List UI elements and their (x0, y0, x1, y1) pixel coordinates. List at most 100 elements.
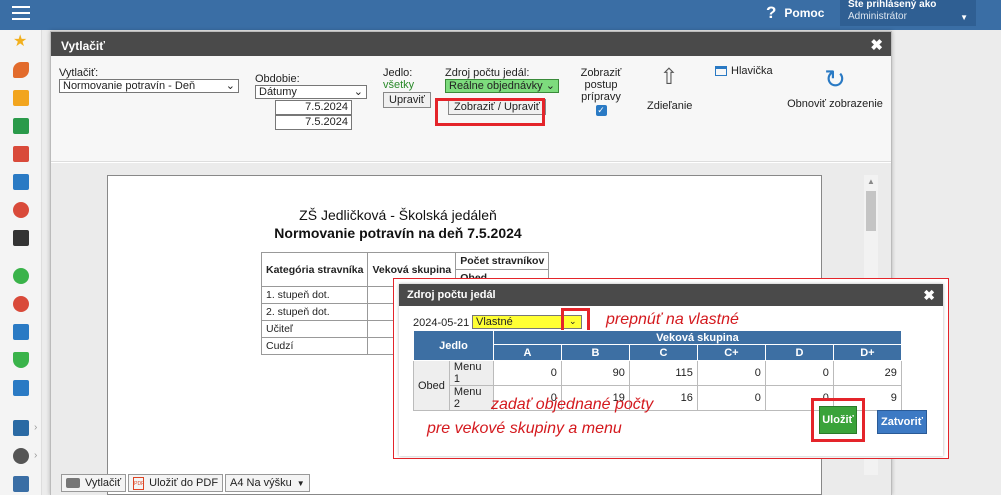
custom-source-value: Vlastné (476, 316, 513, 328)
source-value: Reálne objednávky (449, 80, 543, 92)
table-row: Obed Menu 1 0 90 115 0 0 29 (413, 360, 902, 411)
menu-icon[interactable] (12, 6, 30, 20)
count-input[interactable]: 0 (764, 360, 834, 386)
check-icon[interactable] (13, 268, 29, 284)
header-icon (715, 66, 727, 76)
count-input[interactable]: 0 (696, 385, 766, 411)
close-icon[interactable]: ✖ (923, 287, 935, 304)
magic-wand-icon[interactable] (13, 62, 29, 78)
col-category: Kategória stravníka (260, 252, 369, 287)
star-icon[interactable]: ★ (13, 34, 29, 50)
dialog-title: Vytlačiť (61, 39, 105, 53)
header-label: Hlavička (731, 65, 773, 77)
show-process-label-2: postup (584, 79, 618, 91)
page-format-label: A4 Na výšku (230, 477, 292, 489)
page-format-dropdown[interactable]: A4 Na výšku ▼ (225, 474, 310, 492)
scroll-up-icon[interactable]: ▲ (867, 177, 875, 186)
schedule-icon[interactable] (13, 230, 29, 246)
refresh-icon[interactable]: ↻ (787, 64, 883, 94)
count-input[interactable]: 29 (832, 360, 902, 386)
user-line1: Ste prihlásený ako (848, 0, 937, 10)
top-bar: ? Pomoc Ste prihlásený ako Administrátor… (0, 0, 1001, 30)
left-sidebar: ★ › › (0, 30, 42, 495)
count-input[interactable]: 0 (696, 360, 766, 386)
chevron-down-icon: ▼ (960, 13, 968, 22)
period-select[interactable]: Dátumy ⌄ (255, 85, 367, 99)
close-icon[interactable]: ✖ (870, 36, 883, 54)
date-to-input[interactable]: 7.5.2024 (275, 115, 352, 130)
library-icon[interactable] (13, 420, 29, 436)
count-input[interactable]: 0 (492, 360, 562, 386)
cell: 2. stupeň dot. (260, 303, 369, 321)
menu-name-cell: Menu 1 (448, 360, 494, 386)
user-menu[interactable]: Ste prihlásený ako Administrátor ▼ (840, 0, 976, 26)
col-group-b: B (560, 344, 630, 361)
scrollbar-thumb[interactable] (866, 191, 876, 231)
user-name: Administrátor (848, 11, 907, 22)
show-process-checkbox[interactable]: ✓ (595, 105, 607, 116)
chevron-right-icon: › (34, 422, 38, 433)
pencil-icon[interactable] (13, 476, 29, 492)
col-group-dplus: D+ (832, 344, 902, 361)
date-from-input[interactable]: 7.5.2024 (275, 100, 352, 115)
shield-icon[interactable] (13, 352, 29, 368)
report-subtitle: Normovanie potravín na deň 7.5.2024 (274, 225, 522, 241)
report-title: ZŠ Jedličková - Školská jedáleň (299, 207, 497, 223)
pdf-icon: PDF (133, 476, 145, 490)
home-icon[interactable] (13, 118, 29, 134)
meal-value-link[interactable]: všetky (383, 79, 431, 91)
save-button[interactable]: Uložiť (819, 406, 857, 434)
count-input[interactable]: 115 (628, 360, 698, 386)
help-link[interactable]: ? Pomoc (766, 3, 824, 23)
chevron-down-icon: ⌄ (353, 86, 363, 98)
bar-chart-icon[interactable] (13, 380, 29, 396)
mail-icon[interactable] (13, 90, 29, 106)
count-input[interactable]: 90 (560, 360, 630, 386)
period-value: Dátumy (259, 86, 297, 98)
col-meal: Jedlo (413, 330, 494, 361)
book-icon[interactable] (13, 174, 29, 190)
share-label[interactable]: Zdieľanie (647, 100, 692, 112)
source-date: 2024-05-21 (413, 317, 470, 329)
header-toggle[interactable]: Hlavička (715, 65, 773, 77)
chat-icon[interactable] (13, 448, 29, 464)
chevron-right-icon: › (34, 450, 38, 461)
col-group-a: A (492, 344, 562, 361)
question-icon: ? (766, 3, 777, 22)
meal-edit-button[interactable]: Upraviť (383, 92, 431, 108)
print-button-label: Vytlačiť (85, 477, 122, 489)
show-process-label-1: Zobraziť (580, 67, 622, 79)
chart-pie-icon[interactable] (13, 296, 29, 312)
printer-icon (66, 478, 80, 488)
save-pdf-label: Uložiť do PDF (149, 477, 219, 489)
col-count: Počet stravníkov (455, 252, 550, 270)
highlight-box (435, 98, 545, 126)
close-button[interactable]: Zatvoriť (877, 410, 927, 434)
sub-dialog-title-bar: Zdroj počtu jedál ✖ (399, 284, 943, 306)
sub-dialog-title: Zdroj počtu jedál (407, 289, 496, 301)
user-icon[interactable] (13, 202, 29, 218)
bottom-toolbar: Vytlačiť PDF Uložiť do PDF A4 Na výšku ▼ (61, 474, 310, 492)
print-button[interactable]: Vytlačiť (61, 474, 127, 492)
help-label: Pomoc (784, 6, 825, 20)
briefcase-icon[interactable] (13, 324, 29, 340)
cell: Cudzí (260, 337, 369, 355)
print-type-label: Vytlačiť: (59, 67, 99, 79)
meal-source-dialog: Zdroj počtu jedál ✖ 2024-05-21 Vlastné ⌄… (399, 284, 943, 456)
show-process-label-3: prípravy (581, 91, 621, 103)
annotation-line1: zadať objednané počty (491, 396, 654, 413)
print-toolbar: Vytlačiť: Normovanie potravín - Deň ⌄ Ob… (51, 56, 891, 162)
meal-label: Jedlo: (383, 67, 413, 79)
print-type-value: Normovanie potravín - Deň (63, 80, 196, 92)
dialog-title-bar: Vytlačiť ✖ (51, 32, 891, 56)
refresh-label[interactable]: Obnoviť zobrazenie (787, 98, 883, 110)
save-pdf-button[interactable]: PDF Uložiť do PDF (128, 474, 224, 492)
share-icon[interactable]: ⇧ (647, 64, 691, 90)
chevron-down-icon: ⌄ (545, 80, 555, 92)
annotation-switch: prepnúť na vlastné (606, 311, 739, 328)
source-select[interactable]: Reálne objednávky ⌄ (445, 79, 559, 93)
meal-type-cell: Obed (413, 360, 450, 411)
annotation-line2: pre vekové skupiny a menu (427, 420, 622, 437)
calendar-icon[interactable] (13, 146, 29, 162)
print-type-select[interactable]: Normovanie potravín - Deň ⌄ (59, 79, 239, 93)
